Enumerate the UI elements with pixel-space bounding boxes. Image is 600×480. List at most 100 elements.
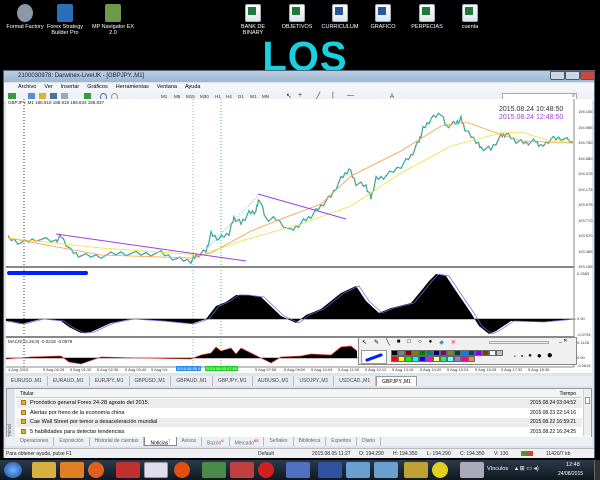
taskbar-hbox-icon[interactable] bbox=[230, 462, 254, 478]
menu-ver[interactable]: Ver bbox=[44, 84, 52, 92]
current-stroke-preview[interactable] bbox=[361, 350, 387, 364]
time-marker-blue[interactable]: 2015.08.05 0 bbox=[176, 366, 202, 371]
chart-tab[interactable]: GBPAUD.,M1 bbox=[171, 376, 213, 386]
chart-tab[interactable]: GBPUSD.,M1 bbox=[130, 376, 172, 386]
delete-icon[interactable]: ✕ bbox=[451, 339, 456, 346]
taskbar-terminal-icon[interactable] bbox=[202, 462, 226, 478]
menu-herramientas[interactable]: Herramientas bbox=[116, 84, 149, 92]
palette-minimize-button[interactable]: _ ✕ bbox=[559, 338, 567, 344]
minimize-button[interactable] bbox=[550, 71, 565, 80]
taskbar-users-icon[interactable] bbox=[346, 462, 370, 478]
desktop-icon-mp-navigator[interactable]: MP Navigator EX 2.0 bbox=[91, 4, 135, 36]
maximize-button[interactable] bbox=[565, 71, 580, 80]
crosshair-icon[interactable]: + bbox=[298, 92, 302, 99]
color-swatch[interactable] bbox=[475, 350, 482, 356]
menu-graficos[interactable]: Gráficos bbox=[87, 84, 107, 92]
show-desktop-button[interactable] bbox=[594, 460, 600, 480]
chart-tab[interactable]: EURJPY.,M1 bbox=[90, 376, 130, 386]
menu-archivo[interactable]: Archivo bbox=[18, 84, 36, 92]
color-swatch[interactable] bbox=[426, 356, 433, 362]
color-swatch[interactable] bbox=[412, 356, 419, 362]
chart-tab[interactable]: EURUSD.,M1 bbox=[6, 376, 48, 386]
start-button[interactable] bbox=[4, 462, 22, 478]
brush-size-5[interactable]: ● bbox=[547, 350, 553, 361]
terminal-tab[interactable]: Biblioteca bbox=[294, 437, 327, 446]
terminal-tab[interactable]: Historial de cuentas bbox=[90, 437, 145, 446]
desktop-icon-perpecias[interactable]: PERPECIAS bbox=[405, 4, 449, 30]
color-swatch[interactable] bbox=[468, 356, 475, 362]
menu-insertar[interactable]: Insertar bbox=[61, 84, 80, 92]
palette-slider[interactable] bbox=[489, 341, 549, 344]
taskbar-app-icon[interactable] bbox=[174, 462, 190, 478]
pencil-icon[interactable]: ✎ bbox=[374, 339, 379, 346]
rect-icon[interactable]: □ bbox=[407, 339, 411, 346]
eraser-icon[interactable]: ◆ bbox=[439, 339, 444, 346]
color-swatch[interactable] bbox=[489, 350, 496, 356]
chart-window[interactable]: GBPJPY.,M1 188.918 188.918 188.834 188.8… bbox=[6, 99, 592, 373]
connection-indicator-icon[interactable] bbox=[521, 451, 533, 456]
vertical-line-icon[interactable]: | bbox=[332, 92, 334, 99]
terminal-tab[interactable]: Avisos bbox=[177, 437, 203, 446]
brush-size-2[interactable]: ● bbox=[521, 353, 523, 358]
news-row[interactable]: 5 habilidades para detectar tendencias 20… bbox=[17, 427, 582, 437]
chart-tab[interactable]: USDCAD.,M1 bbox=[334, 376, 377, 386]
line-icon[interactable]: ╲ bbox=[386, 339, 390, 346]
color-swatch[interactable] bbox=[482, 350, 489, 356]
taskbar-app3-icon[interactable] bbox=[404, 462, 428, 478]
color-swatch[interactable] bbox=[496, 350, 503, 356]
terminal-tab[interactable]: Buzón6 bbox=[202, 437, 230, 447]
ellipse-icon[interactable]: ○ bbox=[418, 339, 422, 346]
news-row[interactable]: Cae Wall Street por temor a desaceleraci… bbox=[17, 418, 582, 427]
desktop-icon-bank-de-binary[interactable]: BANK DE BINARY bbox=[231, 4, 275, 36]
terminal-tab[interactable]: Operaciones bbox=[15, 437, 55, 446]
terminal-tab[interactable]: Mercado65 bbox=[230, 437, 265, 447]
pointer-icon[interactable]: ↖ bbox=[362, 339, 367, 346]
taskbar-media-player-icon[interactable] bbox=[60, 462, 84, 478]
taskbar-app4-icon[interactable] bbox=[460, 462, 484, 478]
desktop-icon-objetivos[interactable]: OBJETIVOS bbox=[275, 4, 319, 30]
terminal-tab[interactable]: Señales bbox=[264, 437, 294, 446]
clock-date[interactable]: 24/08/2015 bbox=[558, 471, 583, 477]
terminal-tab[interactable]: Exposición bbox=[54, 437, 90, 446]
chart-tab[interactable]: EURAUD.,M1 bbox=[48, 376, 90, 386]
terminal-tab[interactable]: Expertos bbox=[326, 437, 357, 446]
terminal-tab[interactable]: Diario bbox=[357, 437, 382, 446]
brush-size-4[interactable]: ● bbox=[537, 351, 542, 360]
news-row[interactable]: Pronóstico general Forex 24-28 agosto de… bbox=[17, 399, 582, 408]
color-swatch[interactable] bbox=[405, 356, 412, 362]
desktop-icon-curriculum[interactable]: CURRICULUM bbox=[318, 4, 362, 30]
horizontal-line-icon[interactable]: — bbox=[347, 92, 354, 99]
taskbar-app2-icon[interactable] bbox=[286, 462, 310, 478]
desktop-icon-format-factory[interactable]: Format Factory bbox=[3, 4, 47, 30]
desktop-icon-cuenta[interactable]: cuenta bbox=[448, 4, 492, 30]
taskbar-pdf-icon[interactable] bbox=[116, 462, 140, 478]
time-marker-green[interactable]: 2015.08.05 07:00 bbox=[205, 366, 239, 371]
terminal-tab[interactable]: Noticias7 bbox=[144, 437, 177, 447]
desktop-icon-forex-strategy-builder[interactable]: Forex Strategy Builder Pro bbox=[43, 4, 87, 36]
color-swatch[interactable] bbox=[454, 356, 461, 362]
taskbar-explorer-icon[interactable] bbox=[32, 462, 56, 478]
status-profile[interactable]: Default bbox=[258, 451, 274, 457]
taskbar-p-icon[interactable] bbox=[258, 462, 274, 478]
color-swatch[interactable] bbox=[433, 356, 440, 362]
color-swatch[interactable] bbox=[398, 356, 405, 362]
clock-time[interactable]: 12:48 bbox=[566, 462, 580, 468]
taskbar-dollar-icon[interactable] bbox=[432, 462, 448, 478]
filled-rect-icon[interactable]: ■ bbox=[397, 339, 401, 346]
color-swatch[interactable] bbox=[447, 356, 454, 362]
chart-tab[interactable]: GBPJPY.,M1 bbox=[376, 376, 417, 386]
color-swatch[interactable] bbox=[461, 356, 468, 362]
chart-tab[interactable]: USDJPY.,M1 bbox=[294, 376, 335, 386]
menu-ayuda[interactable]: Ayuda bbox=[185, 84, 201, 92]
trendline-2[interactable] bbox=[257, 193, 347, 220]
chart-tab[interactable]: AUDUSD.,M1 bbox=[253, 376, 295, 386]
taskbar-users2-icon[interactable] bbox=[374, 462, 398, 478]
taskbar-firefox-icon[interactable] bbox=[88, 462, 104, 478]
chart-tab[interactable]: GBPJPY.,M1 bbox=[213, 376, 253, 386]
terminal-scrollbar[interactable] bbox=[583, 389, 591, 436]
news-row[interactable]: Alertas por freno de la economía china 20… bbox=[17, 408, 582, 418]
brush-size-3[interactable]: ● bbox=[528, 353, 532, 359]
tray-icons[interactable]: ▴ ⊞ ▭ ◂) bbox=[515, 465, 539, 472]
menu-ventana[interactable]: Ventana bbox=[157, 84, 177, 92]
links-toolbar[interactable]: Vínculos bbox=[487, 466, 508, 472]
